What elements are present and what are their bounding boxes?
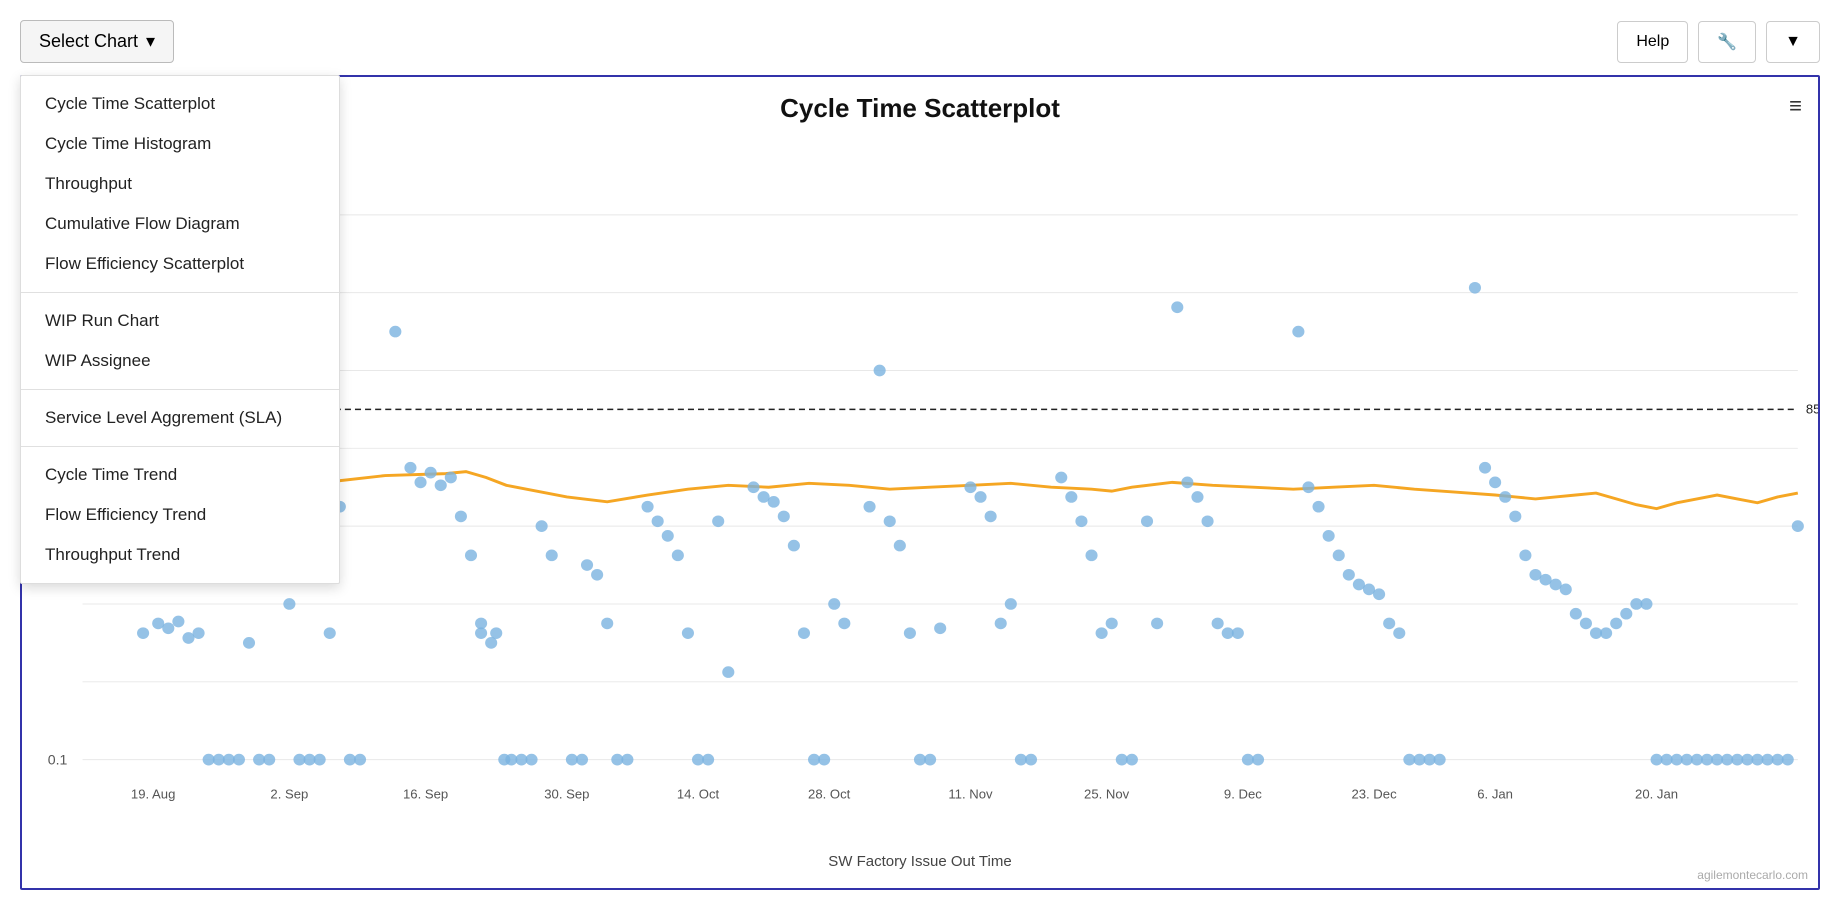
help-button[interactable]: Help [1617,21,1688,63]
svg-text:14. Oct: 14. Oct [677,787,720,802]
menu-item-cumulative-flow-diagram[interactable]: Cumulative Flow Diagram [21,204,339,244]
svg-text:20. Jan: 20. Jan [1635,787,1678,802]
menu-group-2: WIP Run Chart WIP Assignee [21,293,339,390]
select-chart-label: Select Chart [39,31,138,52]
menu-group-3: Service Level Aggrement (SLA) [21,390,339,447]
wrench-icon: 🔧 [1717,34,1737,51]
svg-text:23. Dec: 23. Dec [1351,787,1397,802]
dropdown-arrow-icon: ▾ [146,31,155,52]
menu-item-flow-efficiency-scatterplot[interactable]: Flow Efficiency Scatterplot [21,244,339,284]
svg-text:19. Aug: 19. Aug [131,787,175,802]
settings-button[interactable]: 🔧 [1698,21,1756,63]
menu-item-wip-assignee[interactable]: WIP Assignee [21,341,339,381]
svg-text:16. Sep: 16. Sep [403,787,448,802]
menu-item-throughput-trend[interactable]: Throughput Trend [21,535,339,575]
menu-item-cycle-time-scatterplot[interactable]: Cycle Time Scatterplot [21,84,339,124]
menu-item-wip-run-chart[interactable]: WIP Run Chart [21,301,339,341]
svg-text:30. Sep: 30. Sep [544,787,589,802]
select-chart-button[interactable]: Select Chart ▾ [20,20,174,63]
svg-text:85% 14: 85% 14 [1806,402,1818,417]
dropdown-menu: Cycle Time Scatterplot Cycle Time Histog… [20,75,340,584]
menu-group-1: Cycle Time Scatterplot Cycle Time Histog… [21,76,339,293]
menu-item-sla[interactable]: Service Level Aggrement (SLA) [21,398,339,438]
menu-item-throughput[interactable]: Throughput [21,164,339,204]
filter-button[interactable]: ▼ [1766,21,1820,63]
chart-menu-icon[interactable]: ≡ [1789,93,1802,119]
toolbar: Select Chart ▾ Help 🔧 ▼ [20,20,1820,63]
menu-item-cycle-time-histogram[interactable]: Cycle Time Histogram [21,124,339,164]
menu-group-4: Cycle Time Trend Flow Efficiency Trend T… [21,447,339,583]
x-axis-label: SW Factory Issue Out Time [22,853,1818,870]
menu-item-flow-efficiency-trend[interactable]: Flow Efficiency Trend [21,495,339,535]
filter-icon: ▼ [1785,33,1801,50]
svg-text:2. Sep: 2. Sep [270,787,308,802]
svg-text:25. Nov: 25. Nov [1084,787,1130,802]
svg-text:28. Oct: 28. Oct [808,787,851,802]
svg-text:9. Dec: 9. Dec [1224,787,1262,802]
svg-text:0.1: 0.1 [48,752,68,768]
menu-item-cycle-time-trend[interactable]: Cycle Time Trend [21,455,339,495]
svg-text:6. Jan: 6. Jan [1477,787,1513,802]
toolbar-right: Help 🔧 ▼ [1617,21,1820,63]
svg-text:11. Nov: 11. Nov [948,787,993,802]
watermark: agilemontecarlo.com [1697,868,1808,882]
